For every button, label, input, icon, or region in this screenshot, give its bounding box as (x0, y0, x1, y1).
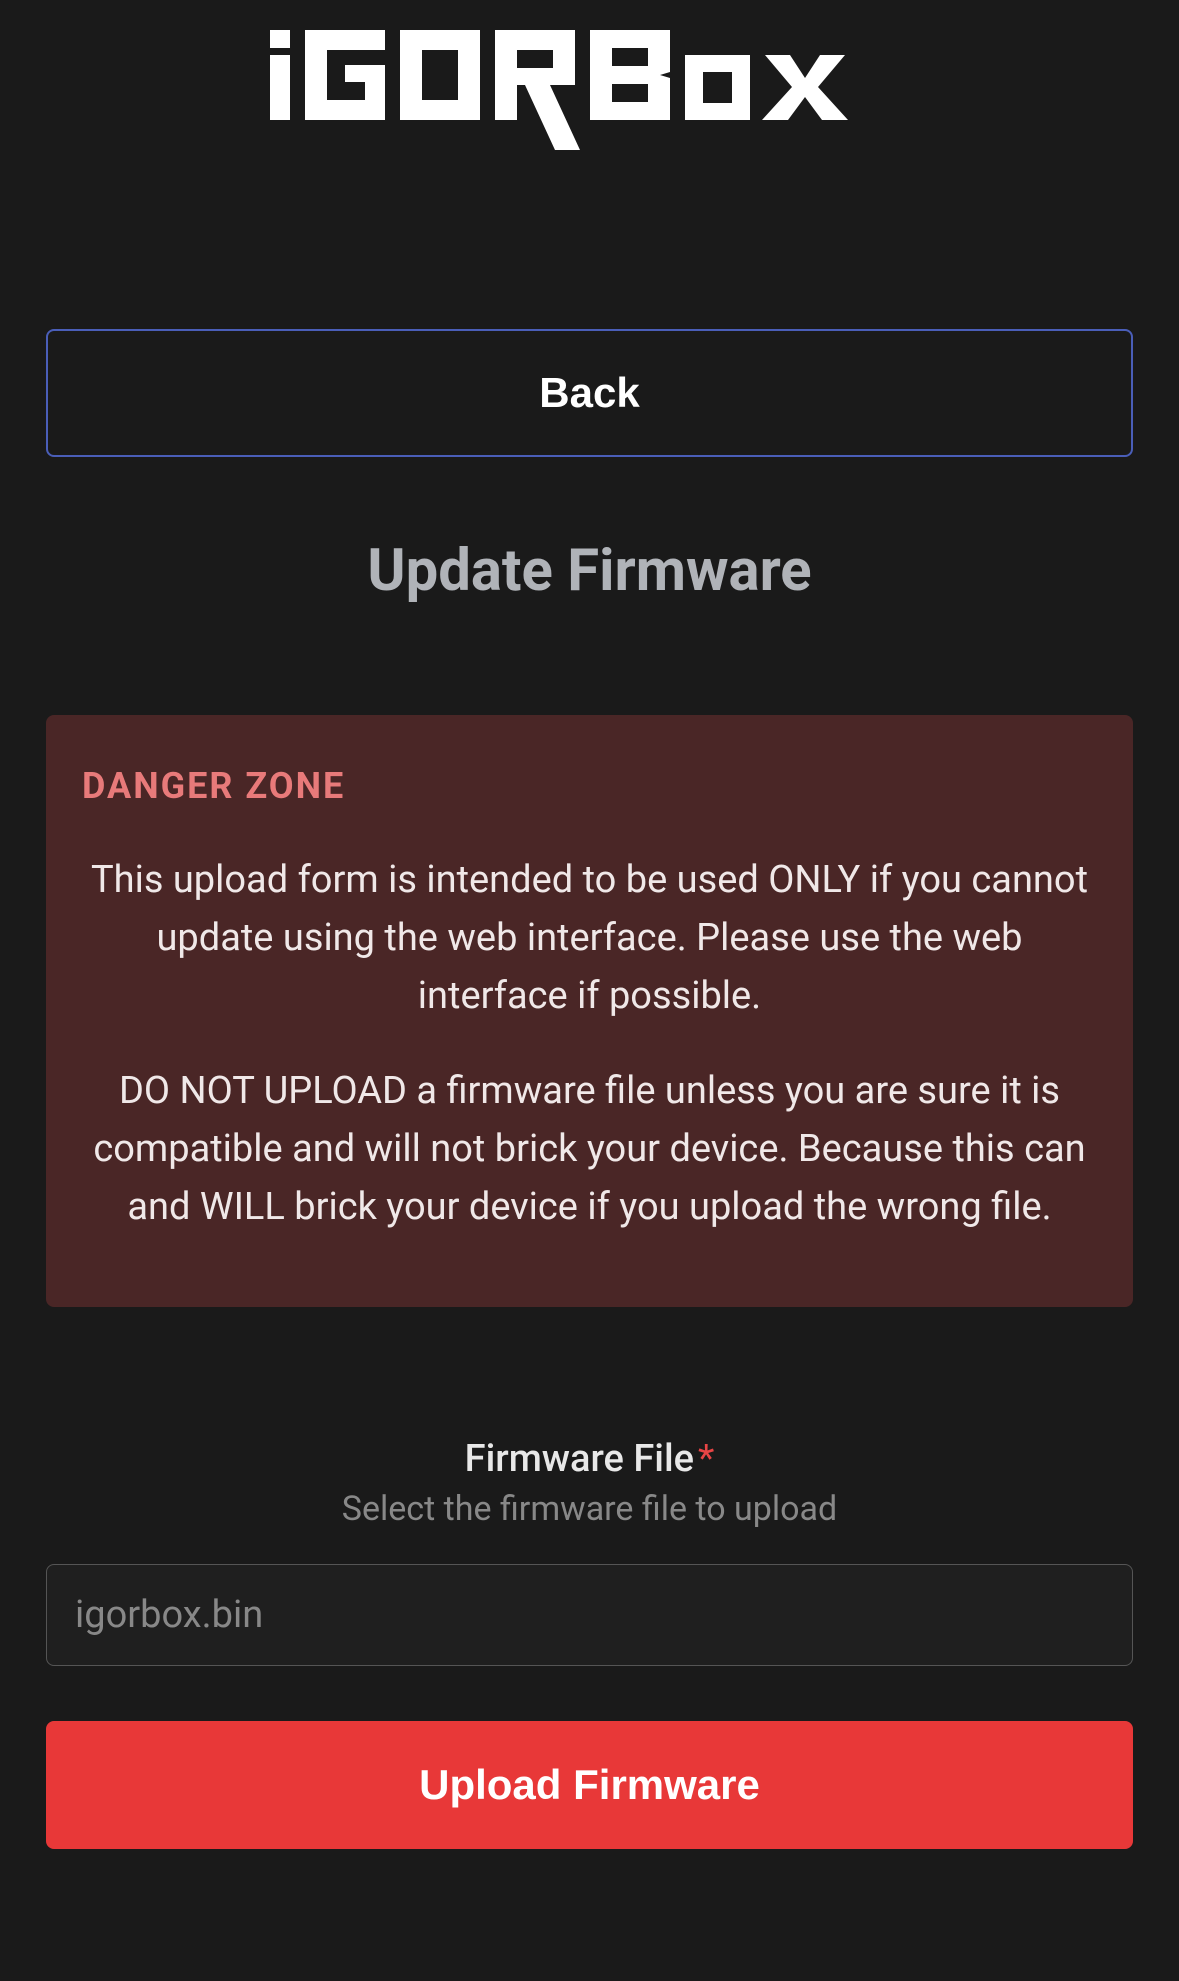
back-button[interactable]: Back (46, 329, 1133, 457)
danger-zone-title: DANGER ZONE (82, 765, 1097, 807)
app-logo (46, 30, 1133, 154)
required-indicator: * (698, 1437, 714, 1481)
firmware-file-helper: Select the firmware file to upload (46, 1489, 1133, 1529)
upload-firmware-button[interactable]: Upload Firmware (46, 1721, 1133, 1849)
danger-zone-paragraph-1: This upload form is intended to be used … (82, 852, 1097, 1025)
firmware-file-label: Firmware File (465, 1437, 694, 1481)
upload-form: Firmware File * Select the firmware file… (46, 1437, 1133, 1849)
danger-zone-paragraph-2: DO NOT UPLOAD a firmware file unless you… (82, 1063, 1097, 1236)
page-title: Update Firmware (46, 537, 1133, 605)
firmware-file-input[interactable]: igorbox.bin (46, 1564, 1133, 1666)
danger-zone-panel: DANGER ZONE This upload form is intended… (46, 715, 1133, 1307)
